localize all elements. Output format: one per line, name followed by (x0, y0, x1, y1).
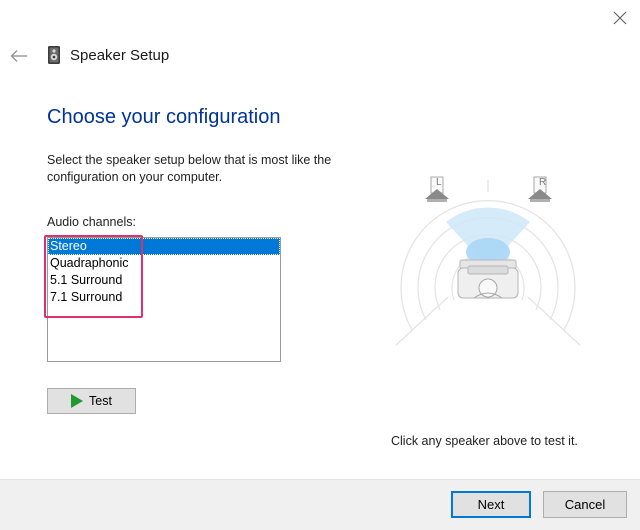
back-arrow-icon (10, 49, 27, 63)
test-button[interactable]: Test (47, 388, 136, 414)
speaker-setup-window: Speaker Setup Choose your configuration … (0, 0, 640, 530)
audio-channels-label: Audio channels: (47, 215, 136, 229)
list-item-5-1-surround[interactable]: 5.1 Surround (48, 272, 280, 289)
list-item-7-1-surround[interactable]: 7.1 Surround (48, 289, 280, 306)
test-button-label: Test (89, 394, 112, 408)
audio-channels-listbox[interactable]: Stereo Quadraphonic 5.1 Surround 7.1 Sur… (47, 237, 281, 362)
speaker-layout-diagram (395, 180, 581, 346)
list-item-quadraphonic[interactable]: Quadraphonic (48, 255, 280, 272)
cancel-button[interactable]: Cancel (543, 491, 627, 518)
speaker-test-hint: Click any speaker above to test it. (391, 434, 578, 448)
window-title: Speaker Setup (70, 47, 170, 64)
page-heading: Choose your configuration (47, 106, 281, 128)
left-speaker-label: L (436, 177, 442, 188)
speaker-icon (48, 46, 60, 64)
next-button[interactable]: Next (451, 491, 531, 518)
close-button[interactable] (600, 0, 640, 36)
right-speaker-label: R (539, 177, 547, 188)
play-icon (71, 394, 84, 408)
close-icon (613, 11, 627, 25)
back-button[interactable] (6, 44, 32, 68)
list-item-stereo[interactable]: Stereo (48, 238, 280, 255)
instructions-text: Select the speaker setup below that is m… (47, 153, 332, 184)
